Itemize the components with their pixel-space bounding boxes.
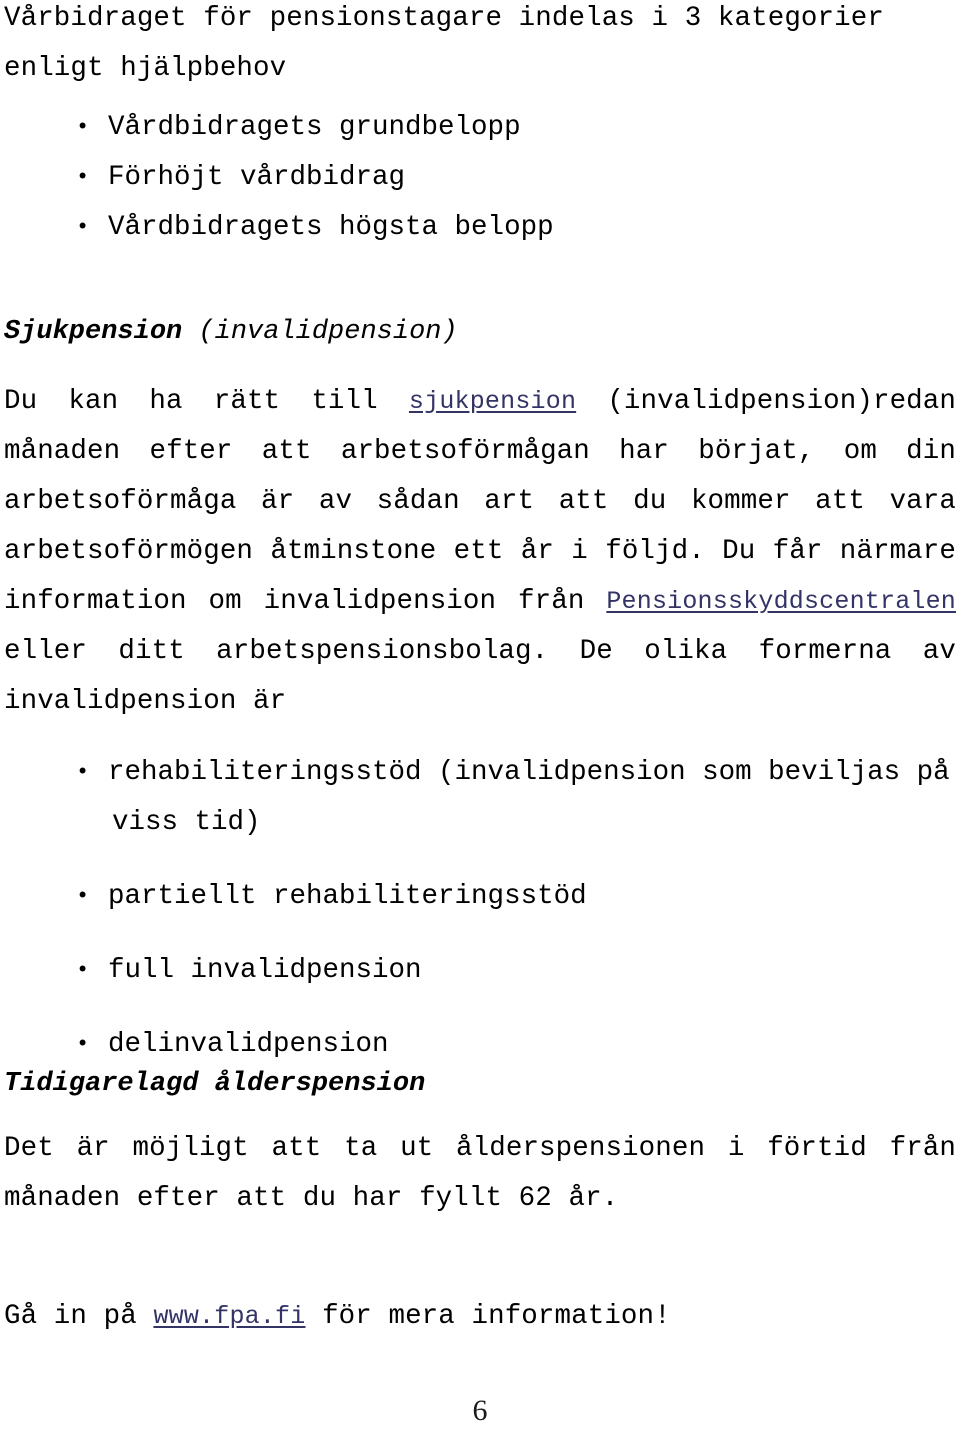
- list-item: • partiellt rehabiliteringsstöd: [0, 872, 956, 922]
- bullet-icon: •: [76, 165, 90, 190]
- list-item-label: Vårdbidragets högsta belopp: [108, 212, 554, 243]
- paragraph-text-before-link: Du kan ha rätt till: [4, 386, 409, 417]
- list-item: • full invalidpension: [0, 946, 956, 996]
- list-item-label: rehabiliteringsstöd (invalidpension som …: [108, 757, 950, 788]
- list-item-label: Vårdbidragets grundbelopp: [108, 112, 521, 143]
- list-item-label: full invalidpension: [108, 955, 422, 986]
- intro-bullet-list: • Vårdbidragets grundbelopp • Förhöjt vå…: [0, 103, 956, 253]
- invalidpension-forms-list: • rehabiliteringsstöd (invalidpension so…: [0, 748, 956, 1070]
- sjukpension-link[interactable]: sjukpension: [409, 387, 576, 416]
- list-item-label-continuation: viss tid): [112, 807, 261, 838]
- paragraph-text-after-link: eller ditt arbetspensionsbolag. De olika…: [4, 636, 956, 717]
- footer-note: Gå in på www.fpa.fi för mera information…: [4, 1292, 956, 1342]
- list-item: • Vårdbidragets högsta belopp: [0, 203, 956, 253]
- sjukpension-heading-italic: (invalidpension): [182, 317, 458, 347]
- bullet-icon: •: [76, 958, 90, 983]
- page-number: 6: [472, 1394, 488, 1427]
- document-page: Vårbidraget för pensionstagare indelas i…: [0, 0, 960, 1436]
- list-item: • Vårdbidragets grundbelopp: [0, 103, 956, 153]
- footer-note-after-link: för mera information!: [305, 1301, 671, 1332]
- list-item-label: delinvalidpension: [108, 1029, 389, 1060]
- intro-paragraph: Vårbidraget för pensionstagare indelas i…: [4, 3, 884, 84]
- list-item: • rehabiliteringsstöd (invalidpension so…: [0, 748, 956, 848]
- fpa-website-link[interactable]: www.fpa.fi: [153, 1302, 305, 1331]
- sjukpension-paragraph: Du kan ha rätt till sjukpension (invalid…: [4, 377, 956, 727]
- tidigarelagd-alderspension-heading: Tidigarelagd ålderspension: [4, 1069, 426, 1099]
- list-item-label: Förhöjt vårdbidrag: [108, 162, 406, 193]
- footer-note-before-link: Gå in på: [4, 1301, 154, 1332]
- list-item-label: partiellt rehabiliteringsstöd: [108, 881, 587, 912]
- paragraph-text-middle: (invalidpension)redan månaden efter att …: [4, 386, 956, 617]
- sjukpension-heading-bold: Sjukpension: [4, 317, 183, 347]
- list-item: • Förhöjt vårdbidrag: [0, 153, 956, 203]
- tidigarelagd-alderspension-paragraph: Det är möjligt att ta ut ålderspensionen…: [4, 1133, 956, 1214]
- bullet-icon: •: [76, 760, 90, 785]
- sjukpension-heading: Sjukpension (invalidpension): [4, 310, 956, 354]
- bullet-icon: •: [76, 215, 90, 240]
- bullet-icon: •: [76, 115, 90, 140]
- pensionsskyddscentralen-link[interactable]: Pensionsskyddscentralen: [606, 587, 956, 616]
- bullet-icon: •: [76, 884, 90, 909]
